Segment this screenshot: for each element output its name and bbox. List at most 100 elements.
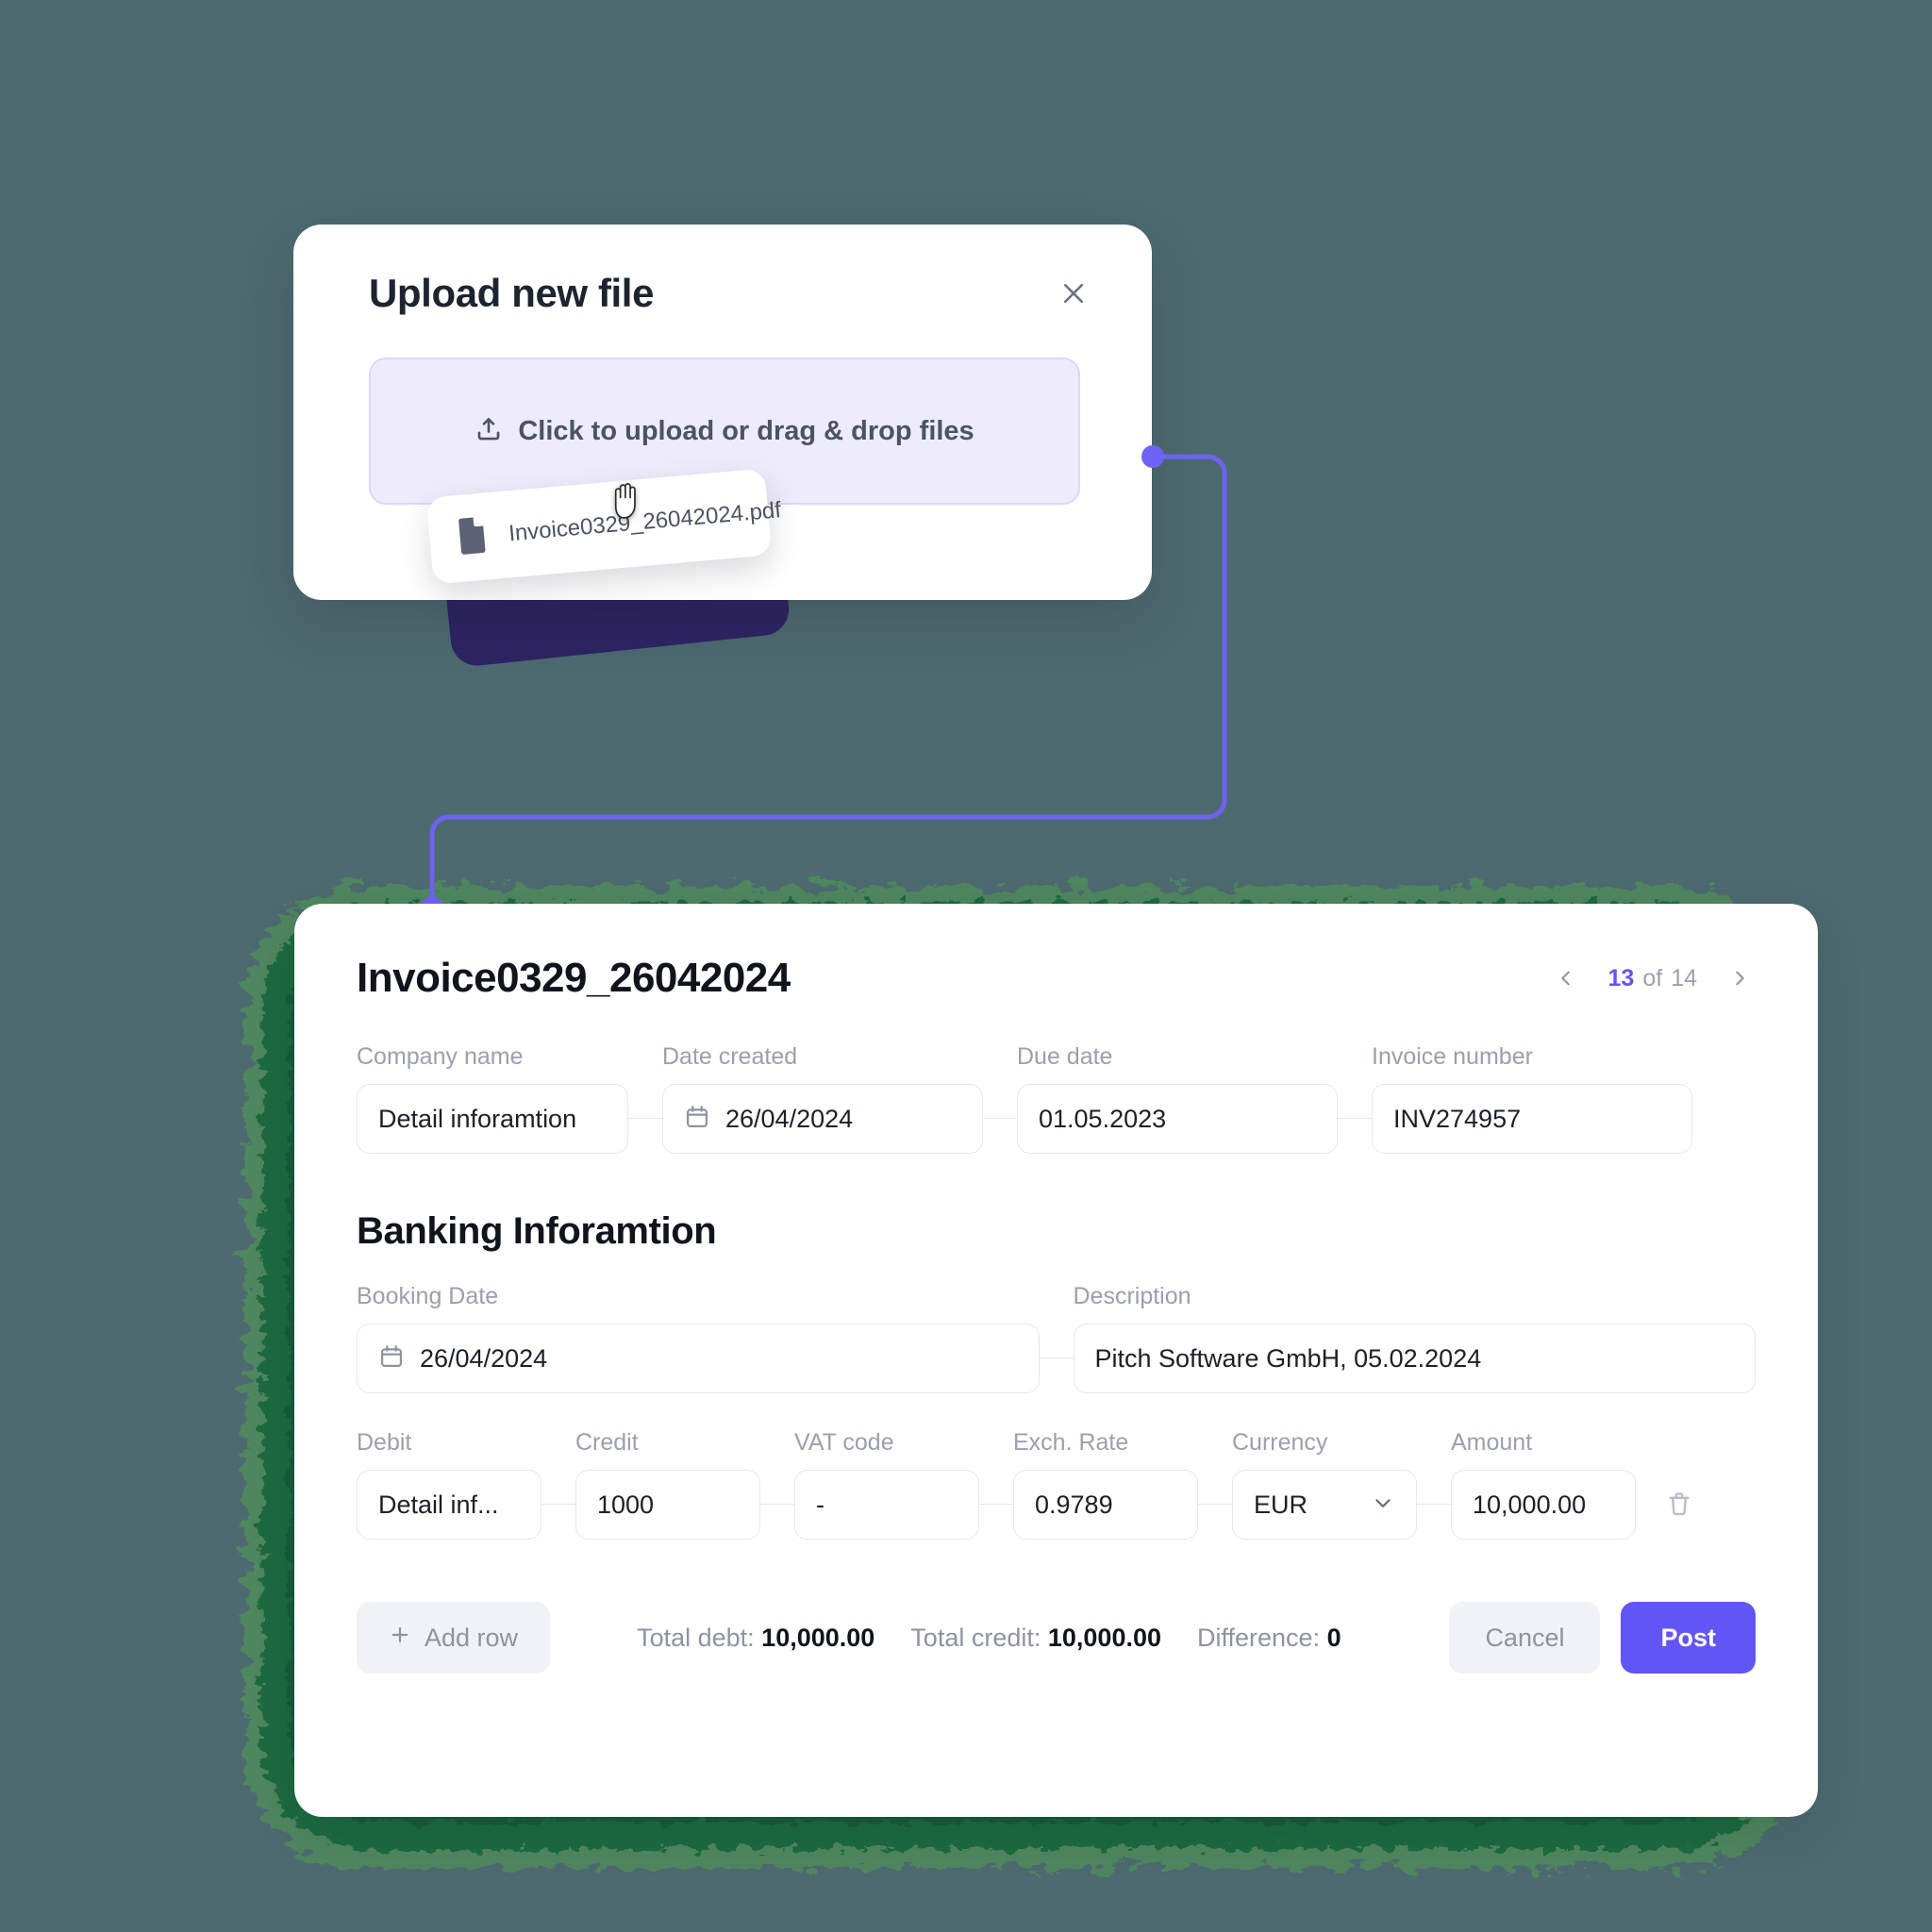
currency-select[interactable]: EUR [1232, 1470, 1417, 1540]
invoice-footer: Add row Total debt: 10,000.00 Total cred… [357, 1602, 1756, 1674]
field-label: Description [1073, 1283, 1191, 1309]
input-value: 01.05.2023 [1039, 1104, 1167, 1133]
difference-value: 0 [1326, 1623, 1341, 1652]
calendar-icon [684, 1104, 710, 1135]
input-value: - [816, 1490, 824, 1519]
field-label: Credit [575, 1429, 639, 1456]
banking-row: Booking Date 26/04/2024 Description Pitc… [357, 1283, 1756, 1393]
totals-summary: Total debt: 10,000.00 Total credit: 10,0… [637, 1624, 1341, 1653]
invoice-detail-card: Invoice0329_26042024 13 of 14 Company na… [294, 904, 1818, 1817]
dragged-file-name: Invoice0329_26042024.pdf [508, 497, 782, 547]
due-date-input[interactable]: 01.05.2023 [1017, 1084, 1338, 1154]
field-currency: Currency EUR [1232, 1429, 1417, 1540]
field-booking-date: Booking Date 26/04/2024 [357, 1283, 1040, 1393]
field-label: Debit [357, 1429, 412, 1456]
date-created-input[interactable]: 26/04/2024 [662, 1084, 983, 1154]
chevron-right-icon[interactable] [1724, 962, 1756, 994]
description-input[interactable]: Pitch Software GmbH, 05.02.2024 [1073, 1324, 1756, 1393]
field-label: Date created [662, 1043, 798, 1070]
ledger-row: Debit Detail inf... Credit 1000 VAT code… [357, 1429, 1756, 1540]
upload-modal-header: Upload new file [369, 271, 1095, 315]
banking-section-title: Banking Inforamtion [357, 1210, 717, 1252]
debit-input[interactable]: Detail inf... [357, 1470, 541, 1540]
field-label: Booking Date [357, 1283, 499, 1309]
field-link-divider [541, 1503, 575, 1505]
chevron-down-icon [1371, 1491, 1395, 1520]
vat-code-input[interactable]: - [794, 1470, 979, 1540]
total-debt-value: 10,000.00 [761, 1623, 875, 1652]
total-debt: Total debt: 10,000.00 [637, 1624, 874, 1653]
field-company-name: Company name Detail inforamtion [357, 1043, 628, 1154]
cancel-button[interactable]: Cancel [1449, 1602, 1601, 1674]
field-label: Invoice number [1372, 1043, 1533, 1070]
close-icon[interactable] [1052, 272, 1095, 315]
total-credit-value: 10,000.00 [1047, 1623, 1161, 1652]
field-link-divider [983, 1117, 1017, 1119]
input-value: 1000 [597, 1490, 655, 1519]
field-description: Description Pitch Software GmbH, 05.02.2… [1073, 1283, 1756, 1393]
invoice-pager: 13 of 14 [1550, 962, 1756, 994]
field-label: Currency [1232, 1429, 1328, 1456]
field-link-divider [628, 1117, 662, 1119]
canvas: Upload new file Click to upload or drag … [0, 0, 1932, 1932]
input-value: Detail inf... [378, 1490, 499, 1519]
booking-date-input[interactable]: 26/04/2024 [357, 1324, 1040, 1393]
input-value: 10,000.00 [1473, 1490, 1587, 1519]
trash-icon[interactable] [1658, 1483, 1700, 1524]
field-link-divider [760, 1503, 794, 1505]
difference: Difference: 0 [1197, 1624, 1341, 1653]
field-label: VAT code [794, 1429, 894, 1456]
credit-input[interactable]: 1000 [575, 1470, 760, 1540]
plus-icon [389, 1624, 411, 1653]
add-row-label: Add row [425, 1623, 519, 1652]
dropzone-label: Click to upload or drag & drop files [518, 415, 974, 446]
file-icon [455, 515, 491, 560]
field-link-divider [1338, 1117, 1372, 1119]
pager-of-word: of [1642, 964, 1663, 991]
field-date-created: Date created 26/04/2024 [662, 1043, 983, 1154]
pager-total-pages: 14 [1671, 964, 1697, 991]
field-vat-code: VAT code - [794, 1429, 979, 1540]
total-credit-label: Total credit: [910, 1623, 1041, 1652]
field-link-divider [1198, 1503, 1232, 1505]
field-invoice-number: Invoice number INV274957 [1372, 1043, 1692, 1154]
input-value: Detail inforamtion [378, 1104, 577, 1133]
exchange-rate-input[interactable]: 0.9789 [1013, 1470, 1198, 1540]
field-credit: Credit 1000 [575, 1429, 760, 1540]
amount-input[interactable]: 10,000.00 [1451, 1470, 1636, 1540]
footer-actions: Cancel Post [1449, 1602, 1756, 1674]
invoice-meta-row: Company name Detail inforamtion Date cre… [357, 1043, 1756, 1154]
input-value: 26/04/2024 [420, 1343, 548, 1373]
field-link-divider [979, 1503, 1013, 1505]
field-exchange-rate: Exch. Rate 0.9789 [1013, 1429, 1198, 1540]
chevron-left-icon[interactable] [1550, 962, 1582, 994]
input-value: 26/04/2024 [725, 1104, 854, 1133]
upload-icon [475, 415, 503, 448]
post-button[interactable]: Post [1621, 1602, 1756, 1674]
difference-label: Difference: [1197, 1623, 1321, 1652]
field-link-divider [1039, 1357, 1074, 1358]
invoice-card-header: Invoice0329_26042024 13 of 14 [357, 955, 1756, 1002]
input-value: INV274957 [1393, 1104, 1522, 1133]
input-value: Pitch Software GmbH, 05.02.2024 [1094, 1343, 1482, 1373]
field-link-divider [1417, 1503, 1451, 1505]
company-name-input[interactable]: Detail inforamtion [357, 1084, 628, 1154]
input-value: EUR [1254, 1490, 1308, 1519]
calendar-icon [378, 1343, 405, 1374]
total-credit: Total credit: 10,000.00 [910, 1624, 1161, 1653]
invoice-number-input[interactable]: INV274957 [1372, 1084, 1692, 1154]
add-row-button[interactable]: Add row [357, 1602, 551, 1674]
field-label: Amount [1451, 1429, 1533, 1456]
field-due-date: Due date 01.05.2023 [1017, 1043, 1338, 1154]
page-title: Invoice0329_26042024 [357, 955, 791, 1001]
field-label: Company name [357, 1043, 524, 1070]
pager-label: 13 of 14 [1608, 965, 1697, 992]
upload-modal-title: Upload new file [369, 271, 655, 315]
pager-current-page: 13 [1607, 964, 1635, 991]
field-label: Due date [1017, 1043, 1113, 1070]
field-label: Exch. Rate [1013, 1429, 1129, 1456]
field-amount: Amount 10,000.00 [1451, 1429, 1636, 1540]
input-value: 0.9789 [1035, 1490, 1113, 1519]
total-debt-label: Total debt: [637, 1623, 755, 1652]
field-debit: Debit Detail inf... [357, 1429, 541, 1540]
